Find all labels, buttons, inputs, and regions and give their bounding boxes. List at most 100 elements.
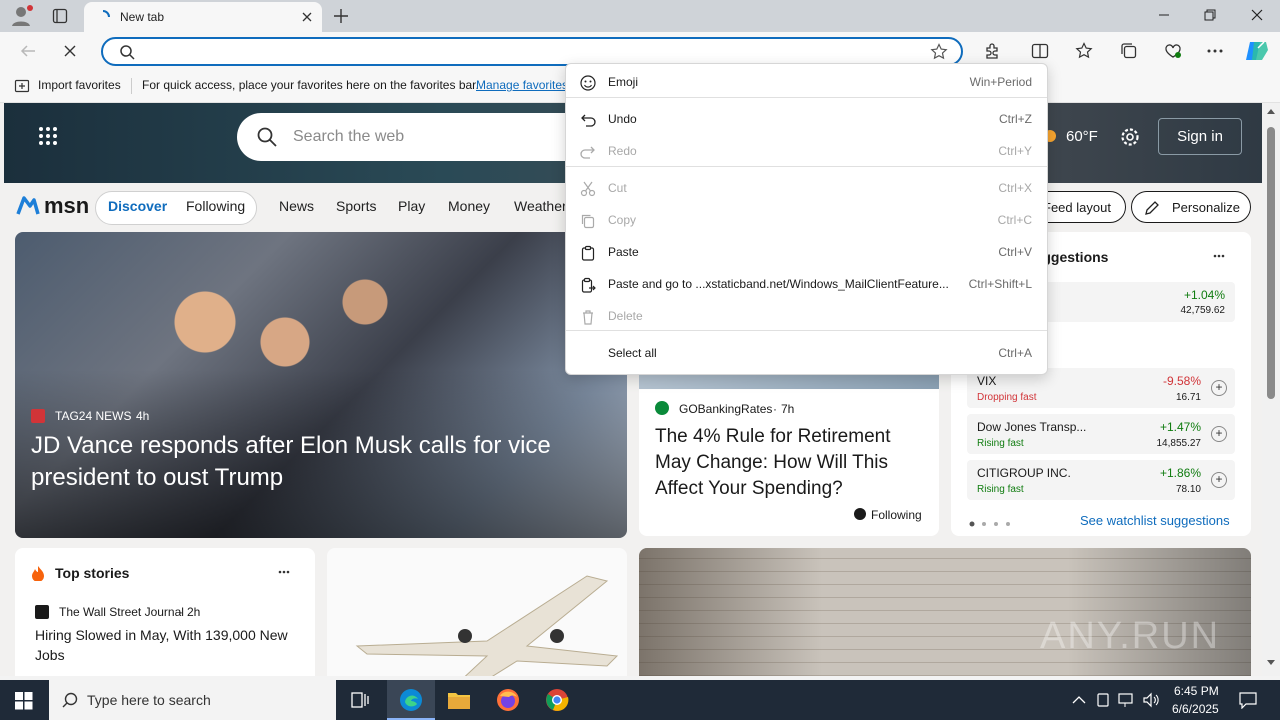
import-favorites-link[interactable]: Import favorites	[38, 78, 121, 92]
menu-item-select[interactable]: Select all Ctrl+A	[566, 340, 1047, 368]
web-search-box[interactable]: Search the web	[237, 113, 597, 161]
watch-status: Dropping fast	[977, 392, 1037, 403]
menu-item-shortcut: Ctrl+A	[998, 346, 1032, 360]
notifications-icon[interactable]	[1239, 691, 1257, 709]
restore-button[interactable]	[1204, 9, 1216, 21]
task-view-icon[interactable]	[351, 692, 369, 708]
top-stories-title: Top stories	[55, 565, 130, 581]
taskbar-date[interactable]: 6/6/2025	[1172, 702, 1219, 716]
watch-change: -9.58%	[1162, 374, 1201, 388]
undo-icon	[580, 112, 596, 128]
copilot-icon[interactable]	[1244, 39, 1270, 63]
menu-item-shortcut: Ctrl+Z	[999, 112, 1032, 126]
watch-status: Rising fast	[977, 484, 1024, 495]
manage-favorites-link[interactable]: Manage favorites	[476, 78, 568, 92]
tag24-logo-icon	[31, 409, 45, 423]
menu-item-label: Redo	[608, 144, 637, 158]
apps-grid-icon[interactable]	[38, 126, 58, 146]
watch-row[interactable]: Dow Jones Transp... Rising fast +1.47% 14,8…	[967, 414, 1235, 454]
top-story-headline[interactable]: Hiring Slowed in May, With 139,000 New J…	[35, 625, 305, 665]
edge-taskbar-button[interactable]	[387, 680, 435, 720]
address-bar[interactable]	[101, 37, 963, 66]
personalize-button[interactable]: Personalize	[1131, 191, 1251, 223]
top-stories-more-icon[interactable]	[278, 570, 290, 574]
page-scrollbar[interactable]	[1262, 103, 1280, 676]
more-options-icon[interactable]	[1207, 49, 1223, 53]
menu-item-undo[interactable]: Undo Ctrl+Z	[566, 106, 1047, 134]
menu-item-paste[interactable]: Paste Ctrl+V	[566, 239, 1047, 267]
add-favorite-icon[interactable]	[930, 43, 948, 61]
menu-item-cut: Cut Ctrl+X	[566, 175, 1047, 203]
taskbar-search-box[interactable]: Type here to search	[49, 680, 336, 720]
menu-item-label: Copy	[608, 213, 637, 227]
new-tab-button[interactable]	[333, 8, 349, 24]
minimize-button[interactable]	[1158, 9, 1170, 21]
tab-new-tab[interactable]: New tab	[84, 2, 322, 32]
tray-chevron-icon[interactable]	[1072, 695, 1086, 705]
weather-temp[interactable]: 60°F	[1066, 128, 1098, 145]
performance-icon[interactable]	[1164, 42, 1182, 60]
carousel-dots[interactable]	[969, 521, 1013, 527]
emoji-icon	[580, 75, 596, 91]
settings-gear-icon[interactable]	[1120, 127, 1140, 147]
menu-item-emoji[interactable]: Emoji Win+Period	[566, 69, 1047, 97]
favorites-icon[interactable]	[1075, 42, 1093, 60]
watchlist-more-icon[interactable]	[1213, 254, 1225, 258]
windows-start-icon[interactable]	[15, 692, 33, 710]
top-stories-card: Top stories The Wall Street Journal · 2h…	[15, 548, 315, 676]
menu-item-shortcut: Ctrl+V	[998, 245, 1032, 259]
scroll-down-icon[interactable]	[1266, 659, 1276, 667]
msn-logo-icon[interactable]	[16, 194, 40, 218]
nav-play[interactable]: Play	[398, 198, 425, 214]
tab-actions-icon[interactable]	[52, 8, 68, 24]
wsj-logo-icon	[35, 605, 49, 619]
menu-item-paste[interactable]: Paste and go to ...xstaticband.net/Windo…	[566, 271, 1047, 299]
back-icon[interactable]	[20, 43, 36, 59]
nav-sports[interactable]: Sports	[336, 198, 376, 214]
tab-discover[interactable]: Discover	[108, 198, 167, 214]
watch-value: 78.10	[1175, 484, 1201, 495]
nav-news[interactable]: News	[279, 198, 314, 214]
profile-icon[interactable]	[10, 5, 34, 27]
collections-icon[interactable]	[1120, 42, 1138, 60]
watch-change: +1.86%	[1159, 466, 1201, 480]
see-watchlist-link[interactable]: See watchlist suggestions	[1080, 513, 1230, 528]
firefox-icon[interactable]	[496, 688, 520, 712]
menu-separator	[566, 330, 1047, 331]
sign-in-button[interactable]: Sign in	[1158, 118, 1242, 155]
watch-row[interactable]: CITIGROUP INC. Rising fast +1.86% 78.10 +	[967, 460, 1235, 500]
close-window-button[interactable]	[1251, 9, 1263, 21]
add-watch-icon[interactable]: +	[1211, 472, 1227, 488]
main-story-card[interactable]: TAG24 NEWS · 4h JD Vance responds after …	[15, 232, 627, 538]
tray-device-icon[interactable]	[1096, 692, 1110, 708]
scroll-up-icon[interactable]	[1266, 107, 1276, 115]
stop-loading-icon[interactable]	[63, 44, 77, 58]
airplane-image	[355, 575, 619, 676]
taskbar-search-icon	[62, 692, 78, 708]
airplane-story-card[interactable]	[327, 548, 627, 676]
feed-layout-label: Feed layout	[1043, 200, 1111, 215]
tab-close-icon[interactable]	[301, 11, 313, 23]
nav-money[interactable]: Money	[448, 198, 490, 214]
menu-item-shortcut: Win+Period	[969, 75, 1032, 89]
msn-logo-text[interactable]: msn	[44, 193, 89, 219]
file-explorer-icon[interactable]	[447, 689, 471, 711]
add-watch-icon[interactable]: +	[1211, 426, 1227, 442]
tab-following[interactable]: Following	[186, 198, 245, 214]
taskbar-search-placeholder: Type here to search	[87, 692, 211, 708]
nav-weather[interactable]: Weather	[514, 198, 567, 214]
add-watch-icon[interactable]: +	[1211, 380, 1227, 396]
search-icon	[119, 44, 135, 60]
taskbar-time[interactable]: 6:45 PM	[1174, 684, 1219, 698]
extensions-icon[interactable]	[983, 42, 1001, 60]
following-label[interactable]: Following	[871, 508, 922, 522]
loading-icon	[96, 10, 110, 24]
scroll-thumb[interactable]	[1267, 127, 1275, 399]
gobanking-headline[interactable]: The 4% Rule for Retirement May Change: H…	[655, 424, 927, 502]
network-icon[interactable]	[1118, 692, 1136, 708]
split-screen-icon[interactable]	[1031, 42, 1049, 60]
gobanking-age: 7h	[781, 402, 795, 416]
chrome-icon[interactable]	[545, 688, 569, 712]
volume-icon[interactable]	[1142, 692, 1160, 708]
main-story-headline[interactable]: JD Vance responds after Elon Musk calls …	[31, 430, 591, 494]
